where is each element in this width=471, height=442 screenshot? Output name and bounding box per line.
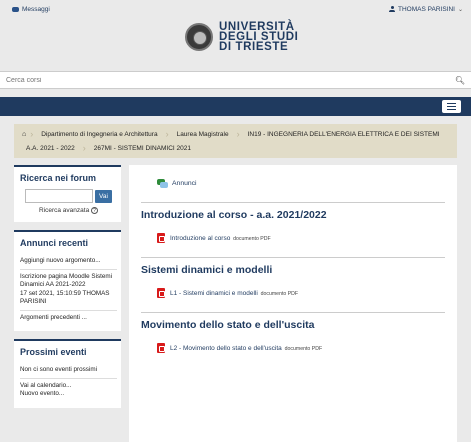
news-item-title[interactable]: Iscrizione pagina Moodle Sistemi Dinamic… (20, 273, 117, 290)
forum-search-input[interactable] (25, 189, 94, 203)
pdf-icon (157, 233, 165, 243)
recent-news-title: Annunci recenti (20, 238, 89, 248)
breadcrumb-item[interactable]: Laurea Magistrale (173, 131, 233, 138)
course-content: Annunci Introduzione al corso - a.a. 202… (129, 165, 457, 442)
user-name: THOMAS PARISINI (398, 5, 455, 13)
help-icon[interactable]: ? (91, 207, 99, 214)
breadcrumb-item[interactable]: A.A. 2021 - 2022 (22, 145, 79, 152)
chevron-down-icon: ⌄ (457, 6, 463, 13)
chat-icon (12, 6, 19, 12)
breadcrumb: ⌂ › Dipartimento di Ingegneria e Archite… (14, 124, 457, 158)
sidebar: Ricerca nei forum Vai Ricerca avanzata ?… (14, 165, 121, 416)
nav-bar (0, 97, 471, 116)
search-icon[interactable]: 🔍︎ (455, 76, 465, 85)
course-section: Introduzione al corso - a.a. 2021/2022 I… (141, 202, 445, 243)
messages-label: Messaggi (22, 5, 50, 13)
breadcrumb-item[interactable]: Dipartimento di Ingegneria e Architettur… (37, 131, 161, 138)
announcements-label: Annunci (172, 180, 197, 187)
resource-link[interactable]: L2 - Movimento dello stato e dell'uscita… (157, 343, 445, 353)
resource-link[interactable]: L1 - Sistemi dinamici e modelli document… (157, 288, 445, 298)
resource-type: documento PDF (233, 235, 271, 242)
pdf-icon (157, 288, 165, 298)
forum-search-button[interactable]: Vai (95, 189, 112, 203)
university-name: UNIVERSITÀ DEGLI STUDI DI TRIESTE (219, 21, 298, 53)
announcements-link[interactable]: Annunci (157, 179, 445, 188)
resource-name: L2 - Movimento dello stato e dell'uscita (170, 344, 282, 352)
no-events-text: Non ci sono eventi prossimi (20, 366, 97, 373)
advanced-search-link[interactable]: Ricerca avanzata ? (20, 207, 117, 214)
resource-type: documento PDF (284, 345, 323, 352)
news-item-meta: 17 set 2021, 15:10:59 THOMAS PARISINI (20, 289, 110, 306)
resource-link[interactable]: Introduzione al corso documento PDF (157, 233, 445, 243)
forum-icon (157, 179, 168, 188)
user-icon (389, 6, 396, 12)
upcoming-events-block: Prossimi eventi Non ci sono eventi pross… (14, 339, 121, 408)
seal-icon (185, 23, 213, 51)
forum-search-block: Ricerca nei forum Vai Ricerca avanzata ? (14, 165, 121, 222)
forum-search-title: Ricerca nei forum (20, 173, 97, 183)
resource-type: documento PDF (260, 290, 299, 297)
resource-name: Introduzione al corso (170, 234, 231, 242)
course-search-bar: 🔍︎ (0, 71, 471, 89)
home-icon[interactable]: ⌂ (22, 131, 26, 138)
course-section: Movimento dello stato e dell'uscita L2 -… (141, 312, 445, 353)
add-topic-link[interactable]: Aggiungi nuovo argomento... (20, 254, 117, 269)
logo-line-3: DI TRIESTE (219, 41, 289, 53)
course-search-input[interactable] (6, 76, 206, 84)
user-menu[interactable]: THOMAS PARISINI ⌄ (389, 6, 463, 13)
pdf-icon (157, 343, 165, 353)
top-bar: Messaggi THOMAS PARISINI ⌄ (0, 0, 471, 18)
hamburger-menu-icon[interactable] (442, 100, 461, 113)
messages-link[interactable]: Messaggi (12, 6, 50, 13)
section-title: Movimento dello stato e dell'uscita (141, 319, 315, 331)
breadcrumb-current: 267MI - SISTEMI DINAMICI 2021 (93, 144, 191, 152)
calendar-link[interactable]: Vai al calendario... (20, 382, 117, 391)
upcoming-events-title: Prossimi eventi (20, 347, 87, 357)
advanced-search-label: Ricerca avanzata (38, 207, 90, 214)
breadcrumb-item[interactable]: IN19 - INGEGNERIA DELL'ENERGIA ELETTRICA… (244, 131, 444, 138)
section-title: Introduzione al corso - a.a. 2021/2022 (141, 209, 327, 221)
section-title: Sistemi dinamici e modelli (141, 264, 273, 276)
recent-news-block: Annunci recenti Aggiungi nuovo argomento… (14, 230, 121, 331)
university-logo[interactable]: UNIVERSITÀ DEGLI STUDI DI TRIESTE (185, 21, 298, 53)
news-item: Iscrizione pagina Moodle Sistemi Dinamic… (20, 268, 117, 310)
course-section: Sistemi dinamici e modelli L1 - Sistemi … (141, 257, 445, 298)
new-event-link[interactable]: Nuovo evento... (20, 390, 117, 399)
resource-name: L1 - Sistemi dinamici e modelli (170, 289, 258, 297)
older-topics-link[interactable]: Argomenti precedenti ... (20, 309, 117, 326)
